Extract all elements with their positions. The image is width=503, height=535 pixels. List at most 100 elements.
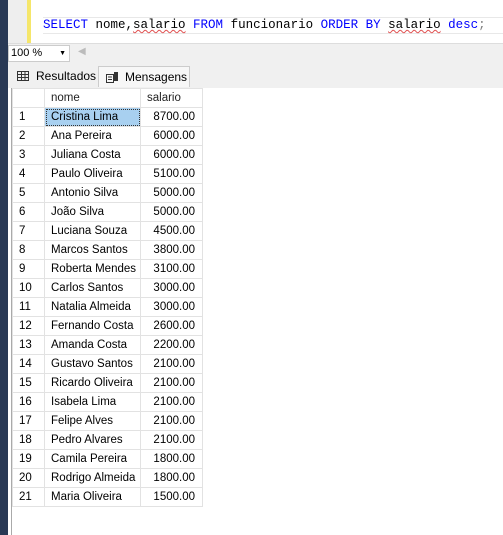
cell-nome[interactable]: Marcos Santos	[44, 240, 141, 260]
table-row[interactable]: 10 Carlos Santos 3000.00	[12, 278, 203, 298]
column-header-salario[interactable]: salario	[140, 88, 203, 108]
table-row[interactable]: 3 Juliana Costa 6000.00	[12, 145, 203, 165]
row-number[interactable]: 17	[12, 411, 45, 431]
cell-salario[interactable]: 2100.00	[140, 373, 203, 393]
table-row[interactable]: 16 Isabela Lima 2100.00	[12, 392, 203, 412]
cell-salario[interactable]: 2100.00	[140, 392, 203, 412]
row-number[interactable]: 20	[12, 468, 45, 488]
row-number[interactable]: 11	[12, 297, 45, 317]
cell-salario[interactable]: 2100.00	[140, 430, 203, 450]
cell-nome[interactable]: Carlos Santos	[44, 278, 141, 298]
cell-salario[interactable]: 5100.00	[140, 164, 203, 184]
kw-desc: desc	[440, 18, 479, 32]
zoom-bar: 100 % ▼ ◀	[8, 43, 503, 62]
cell-nome[interactable]: Felipe Alves	[44, 411, 141, 431]
cell-nome[interactable]: Isabela Lima	[44, 392, 141, 412]
row-number[interactable]: 7	[12, 221, 45, 241]
row-number[interactable]: 10	[12, 278, 45, 298]
row-number[interactable]: 15	[12, 373, 45, 393]
cell-salario[interactable]: 2200.00	[140, 335, 203, 355]
cell-nome[interactable]: Rodrigo Almeida	[44, 468, 141, 488]
cell-nome[interactable]: Ana Pereira	[44, 126, 141, 146]
table-row[interactable]: 5 Antonio Silva 5000.00	[12, 183, 203, 203]
cell-nome[interactable]: Luciana Souza	[44, 221, 141, 241]
row-number[interactable]: 3	[12, 145, 45, 165]
cell-nome[interactable]: Cristina Lima	[44, 107, 141, 127]
table-row[interactable]: 15 Ricardo Oliveira 2100.00	[12, 373, 203, 393]
cell-nome[interactable]: Antonio Silva	[44, 183, 141, 203]
cell-nome[interactable]: Maria Oliveira	[44, 487, 141, 507]
cell-salario[interactable]: 5000.00	[140, 202, 203, 222]
table-row[interactable]: 1 Cristina Lima 8700.00	[12, 107, 203, 127]
cell-nome[interactable]: Pedro Alvares	[44, 430, 141, 450]
table-row[interactable]: 17 Felipe Alves 2100.00	[12, 411, 203, 431]
row-number[interactable]: 2	[12, 126, 45, 146]
row-number[interactable]: 9	[12, 259, 45, 279]
cell-nome[interactable]: João Silva	[44, 202, 141, 222]
table-row[interactable]: 12 Fernando Costa 2600.00	[12, 316, 203, 336]
table-row[interactable]: 11 Natalia Almeida 3000.00	[12, 297, 203, 317]
row-number[interactable]: 5	[12, 183, 45, 203]
table-row[interactable]: 18 Pedro Alvares 2100.00	[12, 430, 203, 450]
editor-gutter	[8, 0, 27, 43]
table-row[interactable]: 7 Luciana Souza 4500.00	[12, 221, 203, 241]
cell-nome[interactable]: Gustavo Santos	[44, 354, 141, 374]
cell-nome[interactable]: Roberta Mendes	[44, 259, 141, 279]
cell-salario[interactable]: 1500.00	[140, 487, 203, 507]
cell-nome[interactable]: Ricardo Oliveira	[44, 373, 141, 393]
cell-nome[interactable]: Camila Pereira	[44, 449, 141, 469]
zoom-select[interactable]: 100 % ▼	[8, 45, 70, 62]
row-number[interactable]: 12	[12, 316, 45, 336]
cell-salario[interactable]: 2100.00	[140, 354, 203, 374]
cell-salario[interactable]: 6000.00	[140, 126, 203, 146]
cell-nome[interactable]: Fernando Costa	[44, 316, 141, 336]
cell-nome[interactable]: Natalia Almeida	[44, 297, 141, 317]
cell-nome[interactable]: Amanda Costa	[44, 335, 141, 355]
row-number[interactable]: 16	[12, 392, 45, 412]
table-row[interactable]: 20 Rodrigo Almeida 1800.00	[12, 468, 203, 488]
table-row[interactable]: 6 João Silva 5000.00	[12, 202, 203, 222]
row-number[interactable]: 6	[12, 202, 45, 222]
sql-table: funcionario	[223, 18, 314, 32]
cell-nome[interactable]: Juliana Costa	[44, 145, 141, 165]
table-row[interactable]: 2 Ana Pereira 6000.00	[12, 126, 203, 146]
row-number[interactable]: 19	[12, 449, 45, 469]
cell-nome[interactable]: Paulo Oliveira	[44, 164, 141, 184]
row-number[interactable]: 21	[12, 487, 45, 507]
scroll-left-icon[interactable]: ◀	[78, 46, 86, 57]
cell-salario[interactable]: 5000.00	[140, 183, 203, 203]
cell-salario[interactable]: 6000.00	[140, 145, 203, 165]
cell-salario[interactable]: 2600.00	[140, 316, 203, 336]
table-row[interactable]: 13 Amanda Costa 2200.00	[12, 335, 203, 355]
row-number[interactable]: 8	[12, 240, 45, 260]
table-row[interactable]: 9 Roberta Mendes 3100.00	[12, 259, 203, 279]
cell-salario[interactable]: 1800.00	[140, 468, 203, 488]
cell-salario[interactable]: 3800.00	[140, 240, 203, 260]
cell-salario[interactable]: 3100.00	[140, 259, 203, 279]
tab-resultados[interactable]: Resultados	[10, 66, 98, 87]
row-number[interactable]: 4	[12, 164, 45, 184]
table-row[interactable]: 21 Maria Oliveira 1500.00	[12, 487, 203, 507]
column-header-nome[interactable]: nome	[44, 88, 141, 108]
row-number[interactable]: 18	[12, 430, 45, 450]
grid-header: nome salario	[12, 88, 203, 108]
row-number[interactable]: 13	[12, 335, 45, 355]
table-row[interactable]: 8 Marcos Santos 3800.00	[12, 240, 203, 260]
messages-icon	[106, 72, 118, 83]
sql-query-line[interactable]: SELECT nome,salario FROM funcionario ORD…	[43, 17, 503, 34]
cell-salario[interactable]: 3000.00	[140, 278, 203, 298]
table-row[interactable]: 14 Gustavo Santos 2100.00	[12, 354, 203, 374]
cell-salario[interactable]: 1800.00	[140, 449, 203, 469]
query-editor[interactable]: SELECT nome,salario FROM funcionario ORD…	[8, 0, 503, 43]
tab-mensagens[interactable]: Mensagens	[98, 66, 190, 87]
cell-salario[interactable]: 2100.00	[140, 411, 203, 431]
table-row[interactable]: 19 Camila Pereira 1800.00	[12, 449, 203, 469]
cell-salario[interactable]: 4500.00	[140, 221, 203, 241]
cell-salario[interactable]: 8700.00	[140, 107, 203, 127]
row-number[interactable]: 14	[12, 354, 45, 374]
row-number-header[interactable]	[12, 88, 45, 108]
row-number[interactable]: 1	[12, 107, 45, 127]
cell-salario[interactable]: 3000.00	[140, 297, 203, 317]
table-row[interactable]: 4 Paulo Oliveira 5100.00	[12, 164, 203, 184]
results-grid[interactable]: nome salario 1 Cristina Lima 8700.00 2 Ana P…	[12, 88, 203, 507]
